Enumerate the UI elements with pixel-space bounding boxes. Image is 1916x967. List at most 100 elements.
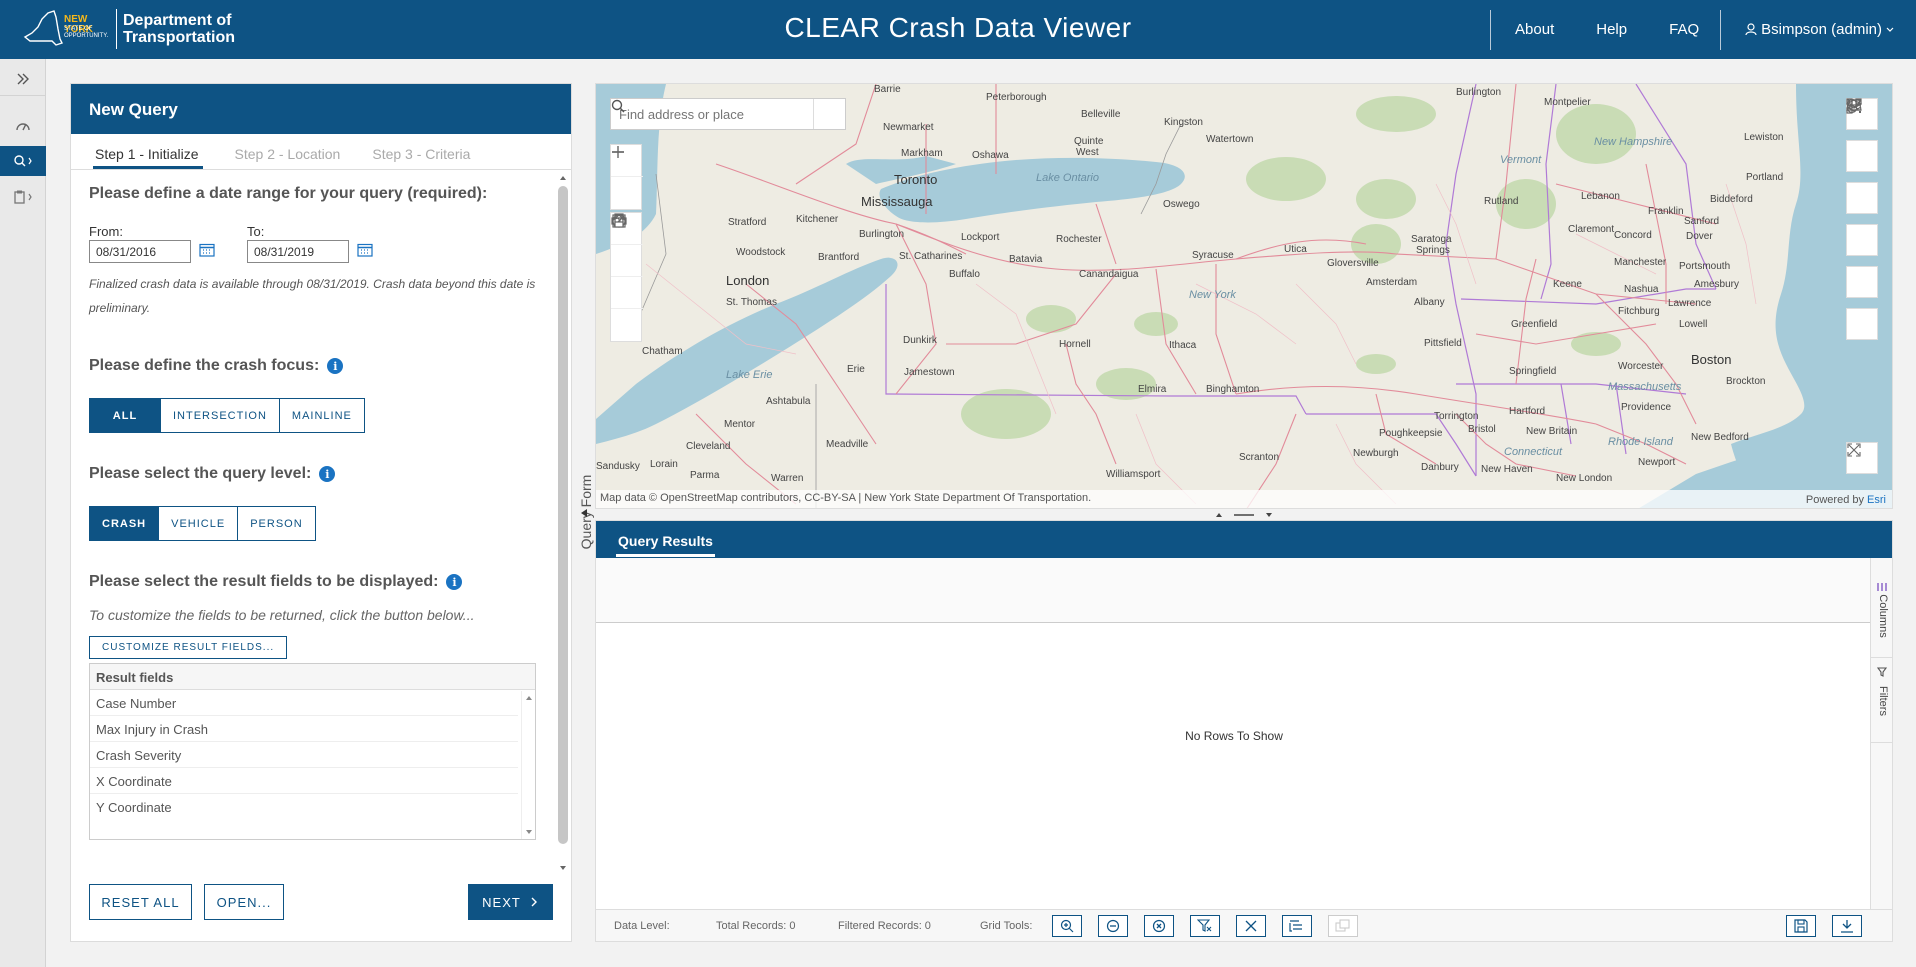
clear-grid-button[interactable]: [1236, 915, 1266, 937]
result-fields-scrollbar[interactable]: [521, 691, 535, 839]
focus-intersection-button[interactable]: INTERSECTION: [160, 398, 280, 433]
map-label: Meadville: [826, 439, 869, 450]
map-label: Jamestown: [904, 367, 955, 378]
map-label: Chatham: [642, 346, 683, 357]
calendar-icon[interactable]: [199, 242, 215, 260]
tab-step-initialize[interactable]: Step 1 - Initialize: [93, 134, 203, 169]
level-vehicle-button[interactable]: VEHICLE: [158, 506, 239, 541]
focus-all-button[interactable]: ALL: [89, 398, 161, 433]
map-view[interactable]: Barrie Peterborough Belleville Kingston …: [595, 83, 1893, 509]
measure-button[interactable]: [611, 214, 643, 277]
info-icon[interactable]: i: [446, 574, 463, 590]
save-results-button[interactable]: [1786, 915, 1816, 937]
map-label: Canandaigua: [1079, 269, 1139, 280]
rail-dashboard[interactable]: [0, 110, 46, 140]
map-label: Dunkirk: [903, 335, 937, 346]
download-button[interactable]: [1832, 915, 1862, 937]
nav-faq[interactable]: FAQ: [1648, 21, 1720, 38]
map-results-splitter[interactable]: [595, 509, 1893, 520]
x-circle-icon: [1152, 919, 1166, 933]
columns-tab[interactable]: Columns: [1871, 578, 1893, 658]
draw-polygon-button[interactable]: [1846, 99, 1878, 256]
nav-about[interactable]: About: [1491, 21, 1575, 38]
result-fields-heading: Please select the result fields to be di…: [89, 573, 463, 591]
zoom-out-button[interactable]: [611, 151, 643, 209]
result-fields-heading-text: Please select the result fields to be di…: [89, 573, 439, 590]
list-item[interactable]: Case Number: [90, 690, 518, 716]
map-label: New Hampshire: [1594, 136, 1673, 148]
save-icon: [1794, 919, 1808, 933]
chevron-right-icon: [531, 897, 537, 907]
scrollbar-thumb[interactable]: [558, 186, 568, 844]
map-label: Newburgh: [1353, 448, 1399, 459]
basemap-button[interactable]: [611, 214, 643, 309]
level-person-button[interactable]: PERSON: [237, 506, 316, 541]
list-item[interactable]: Y Coordinate: [90, 794, 518, 820]
from-date-input[interactable]: [89, 240, 191, 263]
rail-search[interactable]: [0, 146, 46, 176]
reset-all-button[interactable]: RESET ALL: [89, 884, 192, 920]
search-icon: [611, 99, 625, 113]
next-button[interactable]: NEXT: [468, 884, 553, 920]
clipboard-icon: [14, 190, 32, 204]
tab-step-location[interactable]: Step 2 - Location: [235, 134, 341, 169]
map-label: New Bedford: [1691, 432, 1749, 443]
nav-help[interactable]: Help: [1575, 21, 1648, 38]
fullscreen-button[interactable]: [1846, 442, 1878, 474]
map-attribution-text: Map data © OpenStreetMap contributors, C…: [600, 492, 1092, 504]
list-item[interactable]: Crash Severity: [90, 742, 518, 768]
zoom-in-icon: [1060, 919, 1074, 933]
open-button[interactable]: OPEN...: [204, 884, 284, 920]
nysdot-logo[interactable]: NEW YORK STATE OF OPPORTUNITY. Departmen…: [22, 7, 235, 51]
esri-link[interactable]: Esri: [1867, 494, 1886, 506]
map-tool-group: [610, 212, 643, 342]
map-label: Peterborough: [986, 92, 1047, 103]
print-button[interactable]: [611, 213, 643, 341]
tab-query-results[interactable]: Query Results: [616, 533, 715, 557]
total-records: Total Records: 0: [716, 920, 796, 932]
elevation-profile-button[interactable]: [1846, 99, 1878, 340]
layers-button[interactable]: [1846, 99, 1878, 172]
collapse-query-form-tab[interactable]: Query Form: [574, 460, 594, 570]
list-item[interactable]: Max Injury in Crash: [90, 716, 518, 742]
data-availability-note: Finalized crash data is available throug…: [89, 277, 536, 315]
zoom-to-selected-button[interactable]: [1052, 915, 1082, 937]
sort-list-button[interactable]: [1282, 915, 1312, 937]
customize-result-fields-button[interactable]: CUSTOMIZE RESULT FIELDS...: [89, 636, 288, 659]
query-form-scrollbar[interactable]: [555, 170, 571, 876]
map-label: Newport: [1638, 457, 1676, 468]
info-icon[interactable]: i: [327, 358, 344, 374]
map-label: Syracuse: [1192, 250, 1234, 261]
copy-button[interactable]: [1328, 915, 1358, 937]
map-search-button[interactable]: [611, 99, 845, 129]
info-icon[interactable]: i: [319, 466, 336, 482]
rail-reports[interactable]: [0, 182, 46, 212]
calendar-icon[interactable]: [357, 242, 373, 260]
map-label: Albany: [1414, 297, 1445, 308]
powered-by-text: Powered by: [1805, 494, 1868, 506]
result-fields-hint: To customize the fields to be returned, …: [89, 607, 475, 623]
logo-dept-line1: Department of: [123, 12, 232, 29]
tab-step-criteria[interactable]: Step 3 - Criteria: [372, 134, 470, 169]
query-level-heading: Please select the query level: i: [89, 465, 336, 483]
map-label: Lake Ontario: [1036, 172, 1099, 184]
clear-selection-button[interactable]: [1144, 915, 1174, 937]
expand-rail-button[interactable]: [0, 62, 46, 96]
map-label: Vermont: [1500, 154, 1542, 166]
map-label: Lebanon: [1581, 191, 1620, 202]
list-item[interactable]: X Coordinate: [90, 768, 518, 794]
identify-button[interactable]: [1846, 98, 1878, 298]
map-label: London: [726, 273, 770, 288]
next-button-label: NEXT: [482, 894, 521, 910]
map-label: New Haven: [1481, 464, 1533, 475]
legend-button[interactable]: [1846, 99, 1878, 214]
to-date-input[interactable]: [247, 240, 349, 263]
filters-tab[interactable]: Filters: [1871, 663, 1893, 743]
user-menu[interactable]: Bsimpson (admin): [1721, 21, 1916, 38]
level-crash-button[interactable]: CRASH: [89, 506, 160, 541]
remove-selected-button[interactable]: [1098, 915, 1128, 937]
focus-mainline-button[interactable]: MAINLINE: [278, 398, 365, 433]
map-attribution: Map data © OpenStreetMap contributors, C…: [596, 490, 1892, 508]
clear-filters-button[interactable]: [1190, 915, 1220, 937]
map-search-input[interactable]: [611, 99, 813, 129]
